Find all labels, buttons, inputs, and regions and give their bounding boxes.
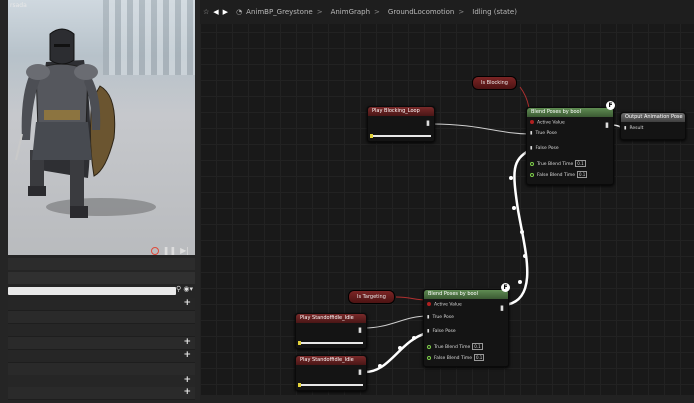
breadcrumb-item[interactable]: AnimGraph bbox=[331, 8, 370, 16]
pin-result[interactable]: ▮ Result bbox=[624, 126, 643, 131]
breadcrumb-item[interactable]: GroundLocomotion bbox=[388, 8, 454, 16]
graph-toolbar: ☆ ◀ ▶ ◔ AnimBP_Greystone > AnimGraph > G… bbox=[200, 0, 694, 24]
pin-true-pose[interactable]: ▮ True Pose bbox=[530, 131, 557, 136]
add-icon[interactable]: + bbox=[183, 298, 191, 308]
playback-bar[interactable] bbox=[301, 384, 363, 386]
breadcrumb-item[interactable]: Idling (state) bbox=[472, 8, 517, 16]
blend-poses-node-1[interactable]: Blend Poses by bool Active Value ▮ True P… bbox=[526, 107, 614, 185]
list-item[interactable] bbox=[8, 311, 195, 324]
pin-active-value[interactable]: Active Value bbox=[530, 120, 565, 126]
list-item[interactable]: + bbox=[8, 298, 195, 311]
pin-false-blend-time[interactable]: False Blend Time 0.1 bbox=[427, 354, 485, 361]
record-icon[interactable] bbox=[150, 246, 159, 255]
breadcrumb-separator-icon: > bbox=[458, 8, 465, 16]
pin-true-blend-time[interactable]: True Blend Time 0.1 bbox=[427, 343, 483, 350]
output-pose-pin-icon[interactable]: ▮ bbox=[605, 121, 609, 129]
play-standoff-idle-node-1[interactable]: Play Standoffidle_Idle ▮ bbox=[295, 313, 367, 349]
is-blocking-node[interactable]: Is Blocking bbox=[472, 76, 517, 90]
node-title: Play Standoffidle_Idle bbox=[296, 356, 366, 365]
node-title: Blend Poses by bool bbox=[527, 108, 613, 117]
pin-false-pose[interactable]: ▮ False Pose bbox=[427, 329, 456, 334]
graph-icon: ◔ bbox=[236, 8, 243, 16]
is-targeting-node[interactable]: Is Targeting bbox=[348, 290, 395, 304]
back-arrow-icon[interactable]: ◀ bbox=[213, 8, 218, 16]
play-standoff-idle-node-2[interactable]: Play Standoffidle_Idle ▮ bbox=[295, 355, 367, 391]
breadcrumb-separator-icon: > bbox=[374, 8, 380, 16]
list-item[interactable]: + bbox=[8, 337, 195, 350]
list-item[interactable]: + bbox=[8, 387, 195, 400]
breadcrumb-separator-icon: > bbox=[316, 8, 323, 16]
pin-false-pose[interactable]: ▮ False Pose bbox=[530, 146, 559, 151]
graph-bottom-strip bbox=[200, 395, 694, 403]
pose-pin-icon[interactable]: ▮ bbox=[426, 119, 430, 127]
node-title: Play Blocking_Loop bbox=[368, 107, 434, 116]
output-animation-pose-node[interactable]: Output Animation Pose ▮ Result bbox=[620, 112, 686, 140]
blend-poses-node-2[interactable]: Blend Poses by bool Active Value ▮ True P… bbox=[423, 289, 509, 367]
list-item[interactable]: + bbox=[8, 350, 195, 363]
viewport-controls: ❚❚ ▶| bbox=[150, 246, 189, 255]
is-targeting-label: Is Targeting bbox=[357, 294, 386, 300]
character-model bbox=[15, 28, 116, 218]
forward-arrow-icon[interactable]: ▶ bbox=[223, 8, 228, 16]
list-item[interactable] bbox=[8, 324, 195, 337]
playback-bar[interactable] bbox=[373, 135, 431, 137]
step-icon[interactable]: ▶| bbox=[180, 246, 189, 255]
fast-path-icon: F bbox=[606, 101, 615, 110]
play-blocking-loop-node[interactable]: Play Blocking_Loop ▮ bbox=[367, 106, 435, 142]
output-pose-pin-icon[interactable]: ▮ bbox=[500, 304, 504, 312]
pose-pin-icon[interactable]: ▮ bbox=[358, 326, 362, 334]
is-blocking-label: Is Blocking bbox=[481, 80, 508, 86]
playback-bar[interactable] bbox=[301, 342, 363, 344]
node-title: Blend Poses by bool bbox=[424, 290, 508, 299]
search-input[interactable] bbox=[8, 287, 176, 295]
left-panel: rsada ❚❚ ▶| ⚲ ◉▾ + + + + + bbox=[0, 0, 200, 403]
anim-graph-canvas[interactable]: Is Blocking Play Blocking_Loop ▮ Blend P… bbox=[200, 0, 694, 403]
add-icon[interactable]: + bbox=[183, 337, 191, 347]
search-icon[interactable]: ⚲ ◉▾ bbox=[176, 285, 193, 293]
add-icon[interactable]: + bbox=[183, 375, 191, 385]
node-title: Output Animation Pose bbox=[621, 113, 685, 122]
favorite-star-icon[interactable]: ☆ bbox=[203, 8, 209, 16]
node-title: Play Standoffidle_Idle bbox=[296, 314, 366, 323]
pause-icon[interactable]: ❚❚ bbox=[163, 246, 176, 255]
pin-false-blend-time[interactable]: False Blend Time 0.1 bbox=[530, 171, 588, 178]
preview-viewport[interactable]: rsada ❚❚ ▶| bbox=[8, 0, 195, 255]
toolbar-strip-2 bbox=[8, 272, 195, 284]
add-icon[interactable]: + bbox=[183, 387, 191, 397]
breadcrumb-item[interactable]: AnimBP_Greystone bbox=[246, 8, 313, 16]
pin-true-pose[interactable]: ▮ True Pose bbox=[427, 315, 454, 320]
fast-path-icon: F bbox=[501, 283, 510, 292]
pin-active-value[interactable]: Active Value bbox=[427, 302, 462, 308]
add-icon[interactable]: + bbox=[183, 350, 191, 360]
pin-true-blend-time[interactable]: True Blend Time 0.1 bbox=[530, 160, 586, 167]
toolbar-strip bbox=[8, 258, 195, 270]
pose-pin-icon[interactable]: ▮ bbox=[358, 368, 362, 376]
